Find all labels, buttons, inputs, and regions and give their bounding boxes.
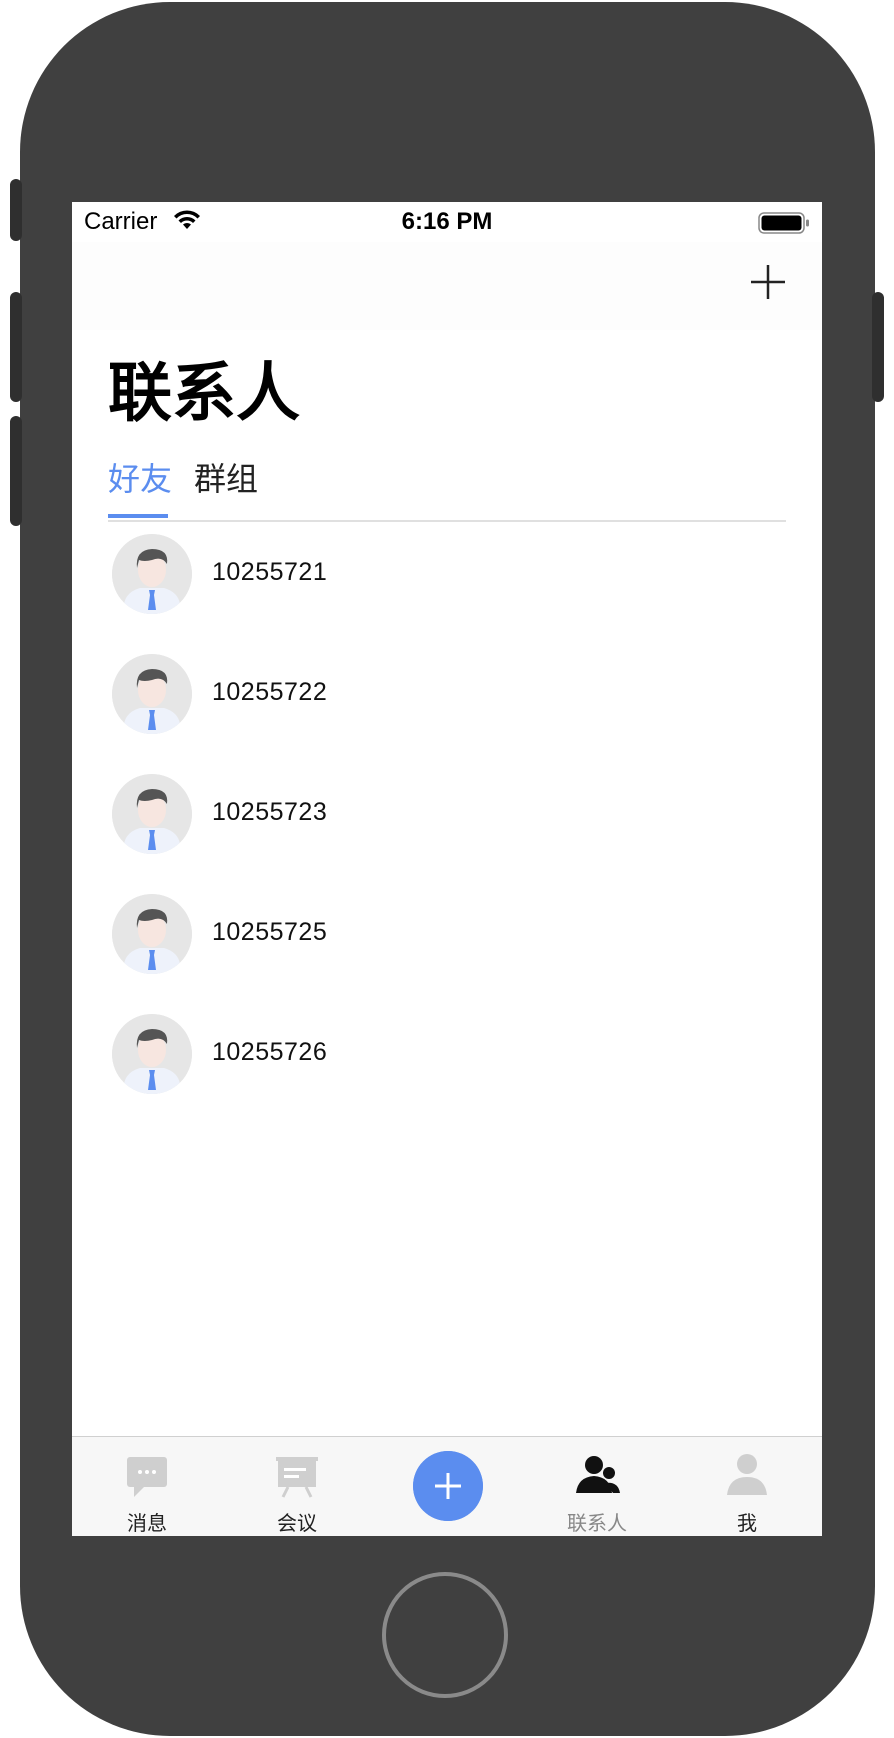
- contact-row[interactable]: 10255726: [72, 1004, 822, 1124]
- presentation-board-icon: [276, 1457, 318, 1498]
- mute-switch: [10, 179, 22, 241]
- tab-meetings-label: 会议: [277, 1513, 317, 1535]
- tab-meetings[interactable]: 会议: [222, 1437, 372, 1536]
- contacts-icon: [576, 1456, 620, 1493]
- tab-messages[interactable]: 消息: [72, 1437, 222, 1536]
- new-action-button[interactable]: [413, 1451, 483, 1521]
- contact-name: 10255726: [212, 1038, 328, 1066]
- battery-icon: [758, 212, 809, 234]
- contact-name: 10255721: [212, 558, 328, 586]
- tab-me-label: 我: [737, 1513, 757, 1535]
- tab-friends[interactable]: 好友: [108, 454, 172, 516]
- tab-groups-label: 群组: [194, 461, 259, 497]
- contact-name: 10255723: [212, 798, 328, 826]
- contact-row[interactable]: 10255721: [72, 524, 822, 644]
- power-button: [872, 292, 884, 402]
- volume-up-button: [10, 292, 22, 402]
- tab-messages-label: 消息: [127, 1513, 167, 1535]
- chat-bubble-icon: [127, 1457, 167, 1497]
- tab-groups[interactable]: 群组: [194, 454, 258, 516]
- status-time: 6:16 PM: [401, 208, 493, 235]
- home-button[interactable]: [382, 1572, 508, 1698]
- contact-list: 10255721 10255722 10255723 10255725 1025…: [72, 524, 822, 1124]
- navigation-bar: [72, 242, 822, 330]
- contact-tabs: 好友 群组: [108, 452, 786, 522]
- bottom-tab-bar: 消息 会议 联系人 我: [72, 1436, 822, 1536]
- avatar: [112, 534, 192, 614]
- tab-contacts[interactable]: 联系人: [522, 1437, 672, 1536]
- add-contact-button[interactable]: [748, 262, 788, 302]
- avatar: [112, 774, 192, 854]
- tab-contacts-label: 联系人: [567, 1513, 627, 1535]
- app-screen: Carrier 6:16 PM 联系人 好友 群组 10255721 10255…: [72, 202, 822, 1536]
- avatar: [112, 1014, 192, 1094]
- contact-row[interactable]: 10255725: [72, 884, 822, 1004]
- active-tab-indicator: [108, 514, 168, 518]
- avatar: [112, 654, 192, 734]
- page-title: 联系人: [108, 357, 300, 429]
- contact-row[interactable]: 10255723: [72, 764, 822, 884]
- volume-down-button: [10, 416, 22, 526]
- tab-friends-label: 好友: [108, 461, 173, 497]
- avatar: [112, 894, 192, 974]
- contact-row[interactable]: 10255722: [72, 644, 822, 764]
- person-icon: [727, 1454, 767, 1495]
- contact-name: 10255725: [212, 918, 328, 946]
- contact-name: 10255722: [212, 678, 328, 706]
- tab-me[interactable]: 我: [672, 1437, 822, 1536]
- status-bar: Carrier 6:16 PM: [72, 202, 822, 242]
